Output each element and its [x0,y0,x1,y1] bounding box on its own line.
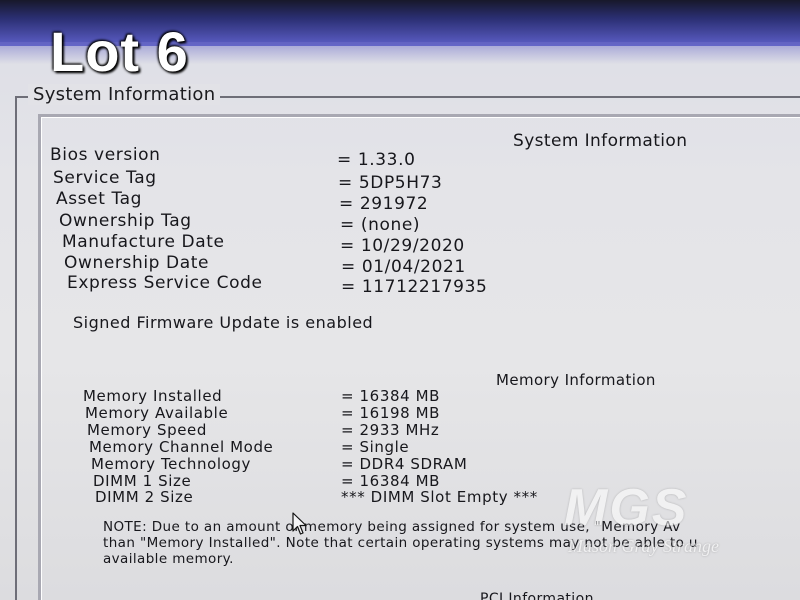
bios-screen: System Information System Information Bi… [0,0,800,600]
ownership-tag-value: = (none) [340,215,421,235]
express-service-code-label: Express Service Code [67,273,263,293]
lot-label: Lot 6 [50,20,189,83]
memory-available-label: Memory Available [85,404,229,422]
service-tag-label: Service Tag [53,168,157,188]
memory-installed-label: Memory Installed [83,387,223,405]
memory-technology-value: = DDR4 SDRAM [341,455,468,473]
service-tag-value: = 5DP5H73 [338,173,443,193]
memory-channel-mode-label: Memory Channel Mode [89,438,274,456]
manufacture-date-label: Manufacture Date [62,232,225,252]
ownership-date-label: Ownership Date [64,253,210,273]
memory-channel-mode-value: = Single [341,438,410,456]
memory-speed-label: Memory Speed [87,421,207,439]
mgs-watermark: MGS Mason Gray Strange [562,482,762,562]
memory-speed-value: = 2933 MHz [341,421,440,439]
page-title: System Information [28,84,221,105]
watermark-logo: MGS [564,479,689,537]
firmware-update-status: Signed Firmware Update is enabled [73,313,374,332]
ownership-tag-label: Ownership Tag [59,211,192,231]
express-service-code-value: = 11712217935 [341,277,488,297]
asset-tag-label: Asset Tag [56,189,143,209]
asset-tag-value: = 291972 [339,194,429,214]
memory-information-heading: Memory Information [496,371,656,389]
bios-version-value: = 1.33.0 [337,150,416,170]
memory-installed-value: = 16384 MB [341,387,441,405]
pci-information-heading: PCI Information [480,591,594,600]
bios-version-label: Bios version [50,145,161,165]
watermark-name: Mason Gray Strange [568,536,719,556]
memory-available-value: = 16198 MB [341,404,441,422]
ownership-date-value: = 01/04/2021 [341,257,466,277]
system-information-heading: System Information [513,131,688,151]
mouse-pointer-icon [292,512,307,535]
dimm-2-size-label: DIMM 2 Size [95,488,194,506]
manufacture-date-value: = 10/29/2020 [340,236,465,256]
dimm-2-size-value: *** DIMM Slot Empty *** [341,488,538,506]
memory-technology-label: Memory Technology [91,455,251,473]
